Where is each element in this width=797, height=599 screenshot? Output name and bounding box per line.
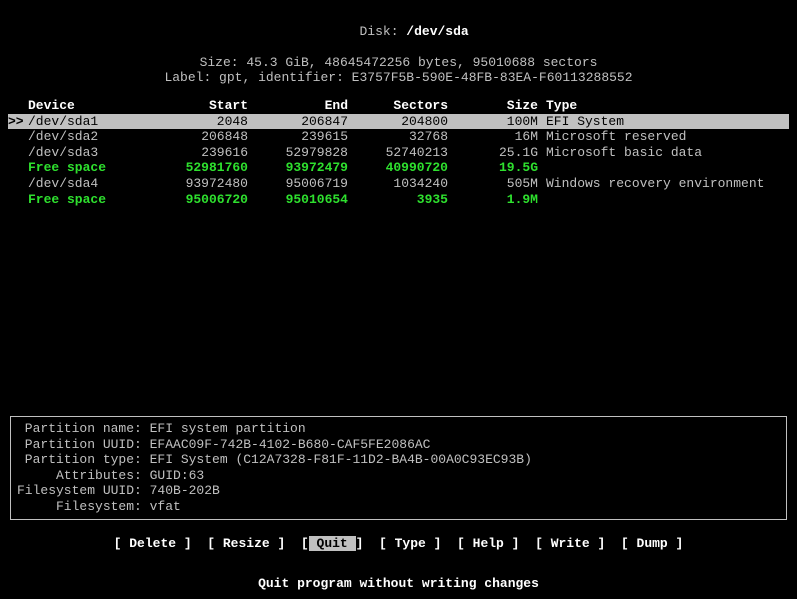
col-start: Start	[158, 98, 248, 114]
info-name-value: EFI system partition	[150, 421, 306, 436]
info-fs-label: Filesystem:	[17, 499, 150, 514]
type-cell	[538, 160, 789, 176]
partition-table: Device Start End Sectors Size Type >>/de…	[0, 98, 797, 207]
info-ptype-value: EFI System (C12A7328-F81F-11D2-BA4B-00A0…	[150, 452, 532, 467]
sectors-cell: 1034240	[348, 176, 448, 192]
end-cell: 239615	[248, 129, 348, 145]
col-device: Device	[28, 98, 158, 114]
info-name-label: Partition name:	[17, 421, 150, 436]
end-cell: 206847	[248, 114, 348, 130]
table-row[interactable]: /dev/sda3239616529798285274021325.1GMicr…	[8, 145, 789, 161]
info-fsuuid-value: 740B-202B	[150, 483, 220, 498]
disk-label: Disk:	[359, 24, 406, 39]
info-uuid-label: Partition UUID:	[17, 437, 150, 452]
label-line: Label: gpt, identifier: E3757F5B-590E-48…	[0, 70, 797, 86]
partition-info-box: Partition name: EFI system partition Par…	[10, 416, 787, 520]
info-attr-label: Attributes:	[17, 468, 150, 483]
size-cell: 100M	[448, 114, 538, 130]
help-button[interactable]: [ Help ]	[457, 536, 519, 551]
col-size: Size	[448, 98, 538, 114]
device-cell: /dev/sda1	[28, 114, 158, 130]
type-cell: EFI System	[538, 114, 789, 130]
delete-button[interactable]: [ Delete ]	[114, 536, 192, 551]
size-cell: 505M	[448, 176, 538, 192]
table-row[interactable]: /dev/sda493972480950067191034240505MWind…	[8, 176, 789, 192]
col-sectors: Sectors	[348, 98, 448, 114]
table-header: Device Start End Sectors Size Type	[8, 98, 789, 114]
type-cell: Microsoft basic data	[538, 145, 789, 161]
col-end: End	[248, 98, 348, 114]
table-row[interactable]: Free space52981760939724794099072019.5G	[8, 160, 789, 176]
start-cell: 93972480	[158, 176, 248, 192]
type-button[interactable]: [ Type ]	[379, 536, 441, 551]
sectors-cell: 52740213	[348, 145, 448, 161]
size-line: Size: 45.3 GiB, 48645472256 bytes, 95010…	[0, 55, 797, 71]
end-cell: 52979828	[248, 145, 348, 161]
start-cell: 239616	[158, 145, 248, 161]
info-attr-value: GUID:63	[150, 468, 205, 483]
table-row[interactable]: Free space950067209501065439351.9M	[8, 192, 789, 208]
resize-button[interactable]: [ Resize ]	[207, 536, 285, 551]
size-cell: 1.9M	[448, 192, 538, 208]
type-cell: Windows recovery environment	[538, 176, 789, 192]
info-fsuuid-label: Filesystem UUID:	[17, 483, 150, 498]
size-cell: 25.1G	[448, 145, 538, 161]
end-cell: 93972479	[248, 160, 348, 176]
device-cell: Free space	[28, 160, 158, 176]
end-cell: 95006719	[248, 176, 348, 192]
disk-value: /dev/sda	[406, 24, 468, 39]
device-cell: /dev/sda4	[28, 176, 158, 192]
start-cell: 95006720	[158, 192, 248, 208]
end-cell: 95010654	[248, 192, 348, 208]
dump-button[interactable]: [ Dump ]	[621, 536, 683, 551]
hint-line: Quit program without writing changes	[0, 576, 797, 592]
type-cell: Microsoft reserved	[538, 129, 789, 145]
device-cell: /dev/sda3	[28, 145, 158, 161]
table-row[interactable]: /dev/sda22068482396153276816MMicrosoft r…	[8, 129, 789, 145]
size-cell: 19.5G	[448, 160, 538, 176]
type-cell	[538, 192, 789, 208]
quit-button[interactable]: [ Quit ]	[301, 536, 363, 551]
sectors-cell: 40990720	[348, 160, 448, 176]
device-cell: /dev/sda2	[28, 129, 158, 145]
size-cell: 16M	[448, 129, 538, 145]
write-button[interactable]: [ Write ]	[535, 536, 605, 551]
col-type: Type	[538, 98, 789, 114]
sectors-cell: 3935	[348, 192, 448, 208]
start-cell: 52981760	[158, 160, 248, 176]
device-cell: Free space	[28, 192, 158, 208]
info-ptype-label: Partition type:	[17, 452, 150, 467]
start-cell: 2048	[158, 114, 248, 130]
sectors-cell: 32768	[348, 129, 448, 145]
table-row[interactable]: >>/dev/sda12048206847204800100MEFI Syste…	[8, 114, 789, 130]
start-cell: 206848	[158, 129, 248, 145]
sectors-cell: 204800	[348, 114, 448, 130]
info-uuid-value: EFAAC09F-742B-4102-B680-CAF5FE2086AC	[150, 437, 431, 452]
button-bar: [ Delete ] [ Resize ] [ Quit ] [ Type ] …	[0, 536, 797, 552]
info-fs-value: vfat	[150, 499, 181, 514]
header: Disk: /dev/sda Size: 45.3 GiB, 486454722…	[0, 8, 797, 86]
